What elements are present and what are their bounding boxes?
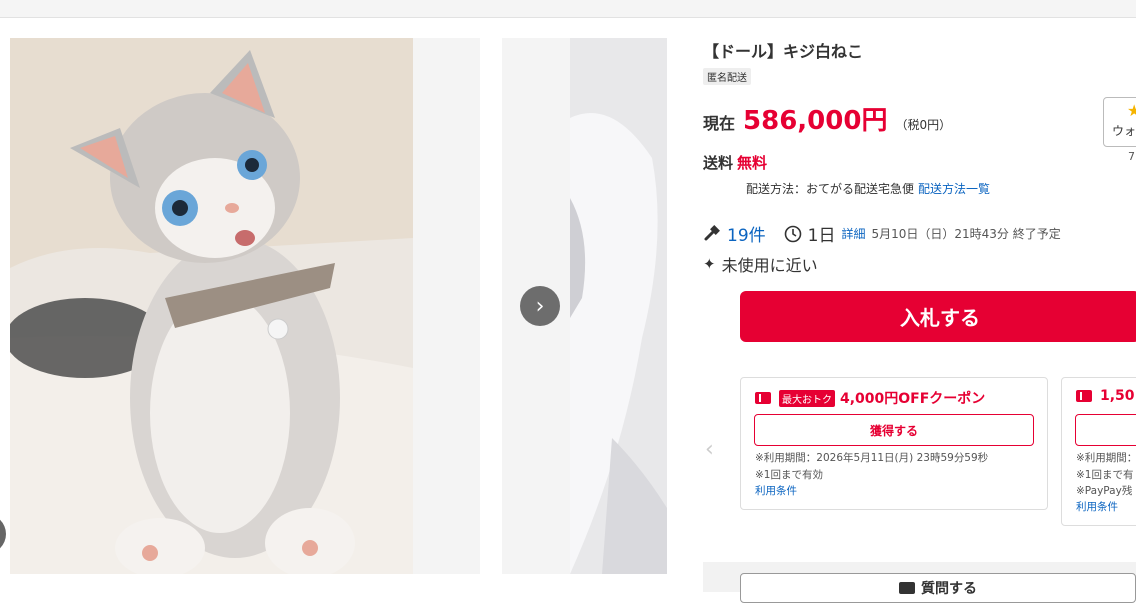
- current-price: 586,000円: [743, 106, 888, 136]
- shipping-label: 送料: [703, 154, 734, 172]
- shipping-row: 送料 無料: [703, 152, 767, 173]
- product-title: 【ドール】キジ白ねこ: [703, 42, 864, 61]
- anonymous-shipping-badge: 匿名配送: [703, 68, 751, 85]
- price-tax: （税0円）: [895, 118, 952, 132]
- coupon-extra: ※PayPay残: [1076, 485, 1133, 497]
- chevron-right-icon: ›: [535, 293, 545, 319]
- clock-icon: [784, 225, 801, 242]
- condition-row: ✦ 未使用に近い: [703, 252, 818, 276]
- time-left: 1日: [807, 226, 836, 246]
- coupon-header: 最大おトク 4,000円OFFクーポン: [755, 388, 985, 408]
- image-gallery: ›: [0, 18, 690, 592]
- coupon-terms-link[interactable]: 利用条件: [1076, 499, 1118, 514]
- chat-icon: [899, 582, 915, 594]
- coupon-title: 1,50: [1100, 388, 1135, 404]
- product-image-main[interactable]: [10, 38, 480, 574]
- watch-count: 7: [1128, 150, 1135, 163]
- coupon-limit: ※1回まで有: [1076, 469, 1134, 481]
- time-detail-link[interactable]: 詳細: [841, 225, 865, 242]
- watch-label: ウォ: [1112, 124, 1136, 138]
- coupon-prev-icon[interactable]: ‹: [705, 437, 714, 462]
- auction-meta: 19件 1日 詳細 5月10日（日）21時43分 終了予定: [703, 221, 1061, 246]
- coupon-period: ※利用期間：2026年5月11日(月) 23時59分59秒: [755, 452, 989, 464]
- coupon-card: 最大おトク 4,000円OFFクーポン 獲得する ※利用期間：2026年5月11…: [740, 377, 1048, 510]
- price-label: 現在: [703, 114, 736, 133]
- get-coupon-button[interactable]: [1075, 414, 1136, 446]
- gallery-next-button[interactable]: ›: [520, 286, 560, 326]
- coupon-icon: [755, 392, 771, 404]
- top-bar: [0, 0, 1136, 18]
- sparkle-icon: ✦: [703, 255, 716, 273]
- coupon-card: 1,50 ※利用期間： ※1回まで有 ※PayPay残 利用条件: [1061, 377, 1136, 526]
- bid-button[interactable]: 入札する: [740, 291, 1136, 342]
- gavel-icon: [704, 224, 720, 240]
- get-coupon-button[interactable]: 獲得する: [754, 414, 1034, 446]
- coupon-limit: ※1回まで有効: [755, 469, 823, 481]
- coupon-period: ※利用期間：: [1076, 452, 1136, 464]
- end-time: 5月10日（日）21時43分 終了予定: [871, 227, 1061, 241]
- ask-question-label: 質問する: [921, 581, 977, 597]
- gallery-prev-button[interactable]: [0, 514, 6, 554]
- coupon-header: 1,50: [1076, 388, 1135, 404]
- price-row: 現在 586,000円 （税0円）: [703, 100, 951, 137]
- item-condition: 未使用に近い: [721, 256, 818, 275]
- ask-question-button[interactable]: 質問する: [740, 573, 1136, 603]
- bid-count[interactable]: 19件: [727, 221, 766, 246]
- product-info-panel: 【ドール】キジ白ねこ 匿名配送 現在 586,000円 （税0円） ★ ウォ 7…: [703, 18, 1136, 603]
- coupon-icon: [1076, 390, 1092, 402]
- cat-doll-photo: [10, 38, 480, 574]
- shipping-methods-link[interactable]: 配送方法一覧: [918, 182, 990, 196]
- shipping-method: 配送方法：おてがる配送宅急便 配送方法一覧: [746, 180, 990, 197]
- star-icon: ★: [1127, 101, 1136, 120]
- coupon-title: 4,000円OFFクーポン: [840, 391, 986, 407]
- shipping-method-text: 配送方法：おてがる配送宅急便: [746, 182, 915, 196]
- watch-button[interactable]: ★ ウォ: [1103, 97, 1136, 147]
- coupon-badge: 最大おトク: [779, 389, 835, 407]
- coupon-terms-link[interactable]: 利用条件: [755, 483, 797, 498]
- shipping-value: 無料: [737, 154, 768, 172]
